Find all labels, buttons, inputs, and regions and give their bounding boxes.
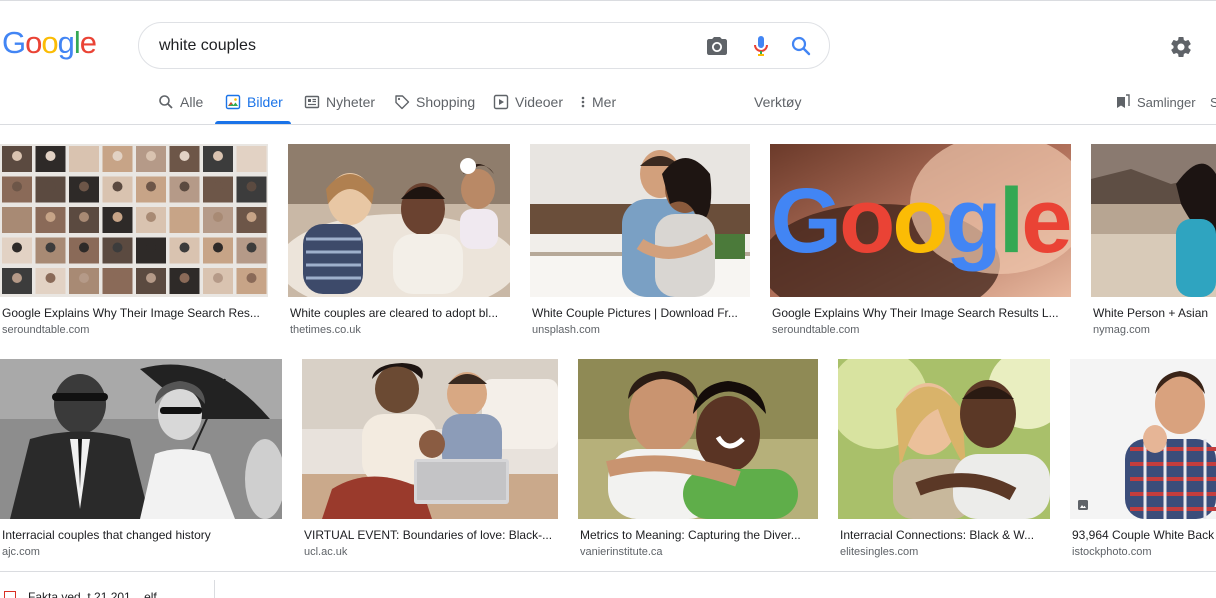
result-thumbnail[interactable] (1070, 359, 1216, 519)
result-thumbnail[interactable] (302, 359, 558, 519)
tab-label: Nyheter (326, 94, 376, 110)
logo-letter: o (25, 25, 42, 60)
image-result[interactable]: Interracial couples that changed history… (0, 359, 282, 564)
logo-letter: o (41, 25, 58, 60)
result-source[interactable]: elitesingles.com (840, 546, 918, 558)
result-source[interactable]: unsplash.com (532, 324, 600, 336)
result-title[interactable]: Interracial Connections: Black & W... (840, 528, 1046, 542)
bottom-divider (0, 571, 1216, 572)
image-result[interactable]: White Couple Pictures | Download Fr... u… (530, 144, 750, 344)
related-search-chip[interactable]: Fakta ved. t 21 201 ...elf... (28, 590, 167, 598)
tab-more[interactable]: Mer (580, 92, 616, 112)
result-title[interactable]: VIRTUAL EVENT: Boundaries of love: Black… (304, 528, 556, 542)
image-result[interactable]: VIRTUAL EVENT: Boundaries of love: Black… (302, 359, 558, 564)
image-result[interactable]: Interracial Connections: Black & W... el… (838, 359, 1050, 564)
result-title[interactable]: White couples are cleared to adopt bl... (290, 306, 508, 320)
result-thumbnail[interactable] (838, 359, 1050, 519)
tab-label: Videoer (515, 94, 564, 110)
google-logo[interactable]: Google (2, 25, 97, 61)
search-tabs: Alle Bilder Nyheter Shopping Videoer Mer… (0, 80, 1216, 124)
result-title[interactable]: Metrics to Meaning: Capturing the Diver.… (580, 528, 814, 542)
logo-letter: g (57, 25, 75, 60)
logo-letter: e (79, 25, 97, 60)
result-source[interactable]: ucl.ac.uk (304, 546, 347, 558)
camera-icon[interactable] (705, 34, 729, 58)
safesearch-link[interactable]: S (1210, 92, 1216, 112)
google-wordmark-overlay: Google (771, 170, 1071, 272)
tab-label: Bilder (247, 94, 283, 110)
tab-label: Shopping (416, 94, 476, 110)
image-icon (225, 94, 241, 110)
result-title[interactable]: Google Explains Why Their Image Search R… (772, 306, 1066, 320)
tag-icon (394, 94, 410, 110)
logo-letter: G (2, 25, 26, 60)
tab-all[interactable]: Alle (158, 92, 203, 112)
result-source[interactable]: nymag.com (1093, 324, 1150, 336)
result-title[interactable]: White Couple Pictures | Download Fr... (532, 306, 746, 320)
result-source[interactable]: ajc.com (2, 546, 40, 558)
search-box[interactable] (138, 22, 830, 69)
play-icon (493, 94, 509, 110)
image-result[interactable]: White couples are cleared to adopt bl...… (288, 144, 510, 344)
mic-icon[interactable] (749, 34, 773, 58)
result-source[interactable]: seroundtable.com (772, 324, 859, 336)
image-result[interactable]: Metrics to Meaning: Capturing the Diver.… (578, 359, 818, 564)
result-thumbnail[interactable] (530, 144, 750, 297)
tab-videos[interactable]: Videoer (493, 92, 563, 112)
result-thumbnail[interactable] (1091, 144, 1216, 297)
tab-label: Verktøy (754, 94, 802, 110)
tab-label: Mer (592, 94, 617, 110)
tab-tools[interactable]: Verktøy (754, 92, 801, 112)
search-icon (158, 94, 174, 110)
more-vert-icon (580, 94, 586, 110)
result-thumbnail[interactable] (578, 359, 818, 519)
tab-label: Samlinger (1137, 94, 1196, 110)
chip-separator (214, 580, 215, 598)
image-result[interactable]: White Person + Asian nymag.com (1091, 144, 1216, 344)
settings-gear-icon[interactable] (1169, 35, 1193, 59)
tab-news[interactable]: Nyheter (304, 92, 375, 112)
related-search-icon (4, 591, 16, 598)
result-source[interactable]: istockphoto.com (1072, 546, 1151, 558)
image-result[interactable]: 93,964 Couple White Back istockphoto.com (1070, 359, 1216, 564)
image-result[interactable]: Google Google Explains Why Their Image S… (770, 144, 1071, 344)
result-title[interactable]: White Person + Asian (1093, 306, 1216, 320)
result-thumbnail[interactable] (0, 359, 282, 519)
result-thumbnail[interactable] (288, 144, 510, 297)
search-icon[interactable] (789, 34, 813, 58)
image-result[interactable]: Google Explains Why Their Image Search R… (0, 144, 268, 344)
result-title[interactable]: 93,964 Couple White Back (1072, 528, 1216, 542)
collections-link[interactable]: Samlinger (1115, 92, 1196, 112)
bookmark-icon (1115, 94, 1131, 110)
result-title[interactable]: Interracial couples that changed history (2, 528, 278, 542)
tab-label: Alle (180, 94, 204, 110)
news-icon (304, 94, 320, 110)
result-source[interactable]: seroundtable.com (2, 324, 89, 336)
result-source[interactable]: vanierinstitute.ca (580, 546, 663, 558)
tab-label: S (1210, 94, 1216, 110)
tabs-divider (0, 124, 1216, 125)
tab-shopping[interactable]: Shopping (394, 92, 475, 112)
result-thumbnail[interactable] (0, 144, 268, 297)
top-border (0, 0, 1216, 3)
tab-images[interactable]: Bilder (225, 92, 283, 112)
image-badge-icon (1077, 498, 1089, 510)
result-title[interactable]: Google Explains Why Their Image Search R… (2, 306, 264, 320)
result-thumbnail[interactable]: Google (770, 144, 1071, 297)
search-input[interactable] (159, 34, 679, 58)
result-source[interactable]: thetimes.co.uk (290, 324, 361, 336)
